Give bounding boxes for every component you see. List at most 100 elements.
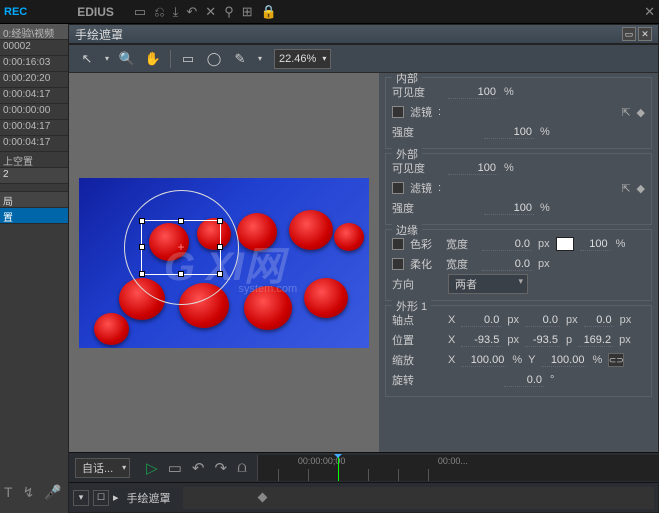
tc-row: 0:00:16:03 — [0, 56, 68, 72]
open-icon[interactable]: ⎌ — [154, 4, 164, 20]
minimize-button[interactable]: ▭ — [622, 27, 636, 41]
undo-icon[interactable]: ↶ — [186, 4, 197, 20]
keyframe[interactable] — [257, 492, 267, 502]
preview-viewport[interactable]: G XI网 system.com + — [69, 73, 379, 452]
filter-checkbox[interactable] — [392, 182, 404, 194]
section-title: 外部 — [392, 146, 422, 162]
filter-label: 滤镜 — [410, 104, 432, 120]
pos-z[interactable]: 169.2 — [578, 334, 613, 347]
selected-row[interactable]: 置 — [0, 208, 68, 224]
pos-y[interactable]: -93.5 — [525, 334, 560, 347]
soften-value[interactable]: 0.0 — [482, 258, 532, 271]
unit: ° — [550, 374, 554, 386]
color-checkbox[interactable] — [392, 238, 404, 250]
loop-button[interactable]: ▭ — [168, 459, 182, 477]
enable-checkbox[interactable]: ☐ — [93, 490, 109, 506]
scale-y[interactable]: 100.00 — [541, 354, 586, 367]
play-button[interactable]: ▷ — [146, 459, 158, 477]
clip-name[interactable]: 0:经验\视频 — [0, 24, 68, 40]
close-button[interactable]: ✕ — [638, 27, 652, 41]
keyframe-track[interactable] — [183, 487, 654, 509]
rotation-label: 旋转 — [392, 372, 442, 388]
unit: % — [504, 162, 514, 174]
opacity-value[interactable]: 100 — [580, 238, 610, 251]
anchor-y[interactable]: 0.0 — [525, 314, 560, 327]
graph-button[interactable]: ⩍ — [237, 459, 247, 476]
pos-x[interactable]: -93.5 — [461, 334, 501, 347]
zoom-tool[interactable]: 🔍 — [115, 48, 139, 70]
visibility-label: 可见度 — [392, 160, 442, 176]
export-icon[interactable]: ⇱ — [621, 182, 630, 195]
cut-tool-icon[interactable]: ↯ — [23, 484, 35, 501]
tc-row: 上空置 — [0, 152, 68, 168]
expand-button[interactable]: ▾ — [73, 490, 89, 506]
properties-panel: 内部 可见度 100 % 滤镜 : ⇱ ◆ 强度 — [379, 73, 658, 452]
scale-x[interactable]: 100.00 — [461, 354, 506, 367]
keyframe-icon[interactable]: ◆ — [637, 182, 645, 195]
unit: px — [620, 314, 632, 326]
width-value[interactable]: 0.0 — [482, 238, 532, 251]
outer-section: 外部 可见度 100 % 滤镜 : ⇱ ◆ 强度 — [385, 153, 652, 225]
anchor-x[interactable]: 0.0 — [461, 314, 501, 327]
left-sidebar: 0:经验\视频 00002 0:00:16:03 0:00:20:20 0:00… — [0, 24, 68, 513]
unit: px — [566, 314, 578, 326]
mask-toolbar: ↖ ▾ 🔍 ✋ ▭ ◯ ✎ ▾ 22.46%▾ — [69, 45, 658, 73]
app-close-icon[interactable]: ✕ — [644, 4, 655, 20]
pen-dropdown[interactable]: ▾ — [254, 48, 266, 70]
zoom-input[interactable]: 22.46%▾ — [274, 49, 331, 69]
ellipse-tool[interactable]: ◯ — [202, 48, 226, 70]
text-tool-icon[interactable]: T — [4, 484, 13, 501]
rotation-value[interactable]: 0.0 — [504, 374, 544, 387]
color-swatch[interactable] — [556, 237, 574, 251]
lock-icon[interactable]: 🔒 — [261, 4, 277, 20]
intensity-label: 强度 — [392, 124, 442, 140]
timeline-ruler[interactable]: 00:00:00;00 00:00... — [257, 455, 658, 481]
hand-tool[interactable]: ✋ — [141, 48, 165, 70]
mask-bounding-box[interactable]: + — [141, 220, 221, 275]
layout-icon[interactable]: ⊞ — [242, 4, 253, 20]
pointer-tool[interactable]: ↖ — [75, 48, 99, 70]
export-icon[interactable]: ⇱ — [621, 106, 630, 119]
visibility-value[interactable]: 100 — [448, 162, 498, 175]
intensity-value[interactable]: 100 — [484, 202, 534, 215]
search-icon[interactable]: ⚲ — [224, 4, 234, 20]
track-label[interactable]: 手绘遮罩 — [127, 490, 171, 506]
edge-section: 边缘 色彩 宽度 0.0 px 100 % 柔化 宽度 0.0 px — [385, 229, 652, 301]
save-icon[interactable]: ⤓ — [173, 4, 179, 20]
unit: % — [540, 202, 550, 214]
unit: % — [540, 126, 550, 138]
link-icon[interactable]: ⊂⊃ — [608, 353, 624, 367]
panel-title: 手绘遮罩 — [75, 26, 620, 43]
anchor-cross-icon[interactable]: + — [177, 240, 184, 254]
new-icon[interactable]: ▭ — [134, 4, 146, 20]
axis-x: X — [448, 314, 455, 326]
axis-x: X — [448, 354, 455, 366]
clip-id: 00002 — [0, 40, 68, 56]
rec-indicator: REC — [4, 6, 27, 18]
rect-tool[interactable]: ▭ — [176, 48, 200, 70]
soften-checkbox[interactable] — [392, 258, 404, 270]
unit: px — [507, 334, 519, 346]
tc-row: 0:00:04:17 — [0, 120, 68, 136]
width-label: 宽度 — [446, 256, 476, 272]
mic-icon[interactable]: 🎤 — [44, 484, 61, 501]
preset-dropdown[interactable]: 自话... — [75, 458, 130, 478]
track-expand-icon[interactable]: ▸ — [113, 491, 119, 504]
playhead[interactable] — [338, 455, 339, 481]
visibility-value[interactable]: 100 — [448, 86, 498, 99]
unit: px — [538, 258, 550, 270]
intensity-value[interactable]: 100 — [484, 126, 534, 139]
prev-kf-button[interactable]: ↶ — [192, 459, 205, 477]
filter-checkbox[interactable] — [392, 106, 404, 118]
section-title: 内部 — [392, 73, 422, 86]
next-kf-button[interactable]: ↷ — [214, 459, 227, 477]
direction-dropdown[interactable]: 两者 — [448, 274, 528, 294]
anchor-z[interactable]: 0.0 — [584, 314, 614, 327]
redo-icon[interactable]: ✕ — [205, 4, 216, 20]
pointer-dropdown[interactable]: ▾ — [101, 48, 113, 70]
keyframe-icon[interactable]: ◆ — [637, 106, 645, 119]
preview-image: G XI网 system.com + — [79, 178, 369, 348]
soften-label: 柔化 — [410, 256, 440, 272]
visibility-label: 可见度 — [392, 84, 442, 100]
pen-tool[interactable]: ✎ — [228, 48, 252, 70]
